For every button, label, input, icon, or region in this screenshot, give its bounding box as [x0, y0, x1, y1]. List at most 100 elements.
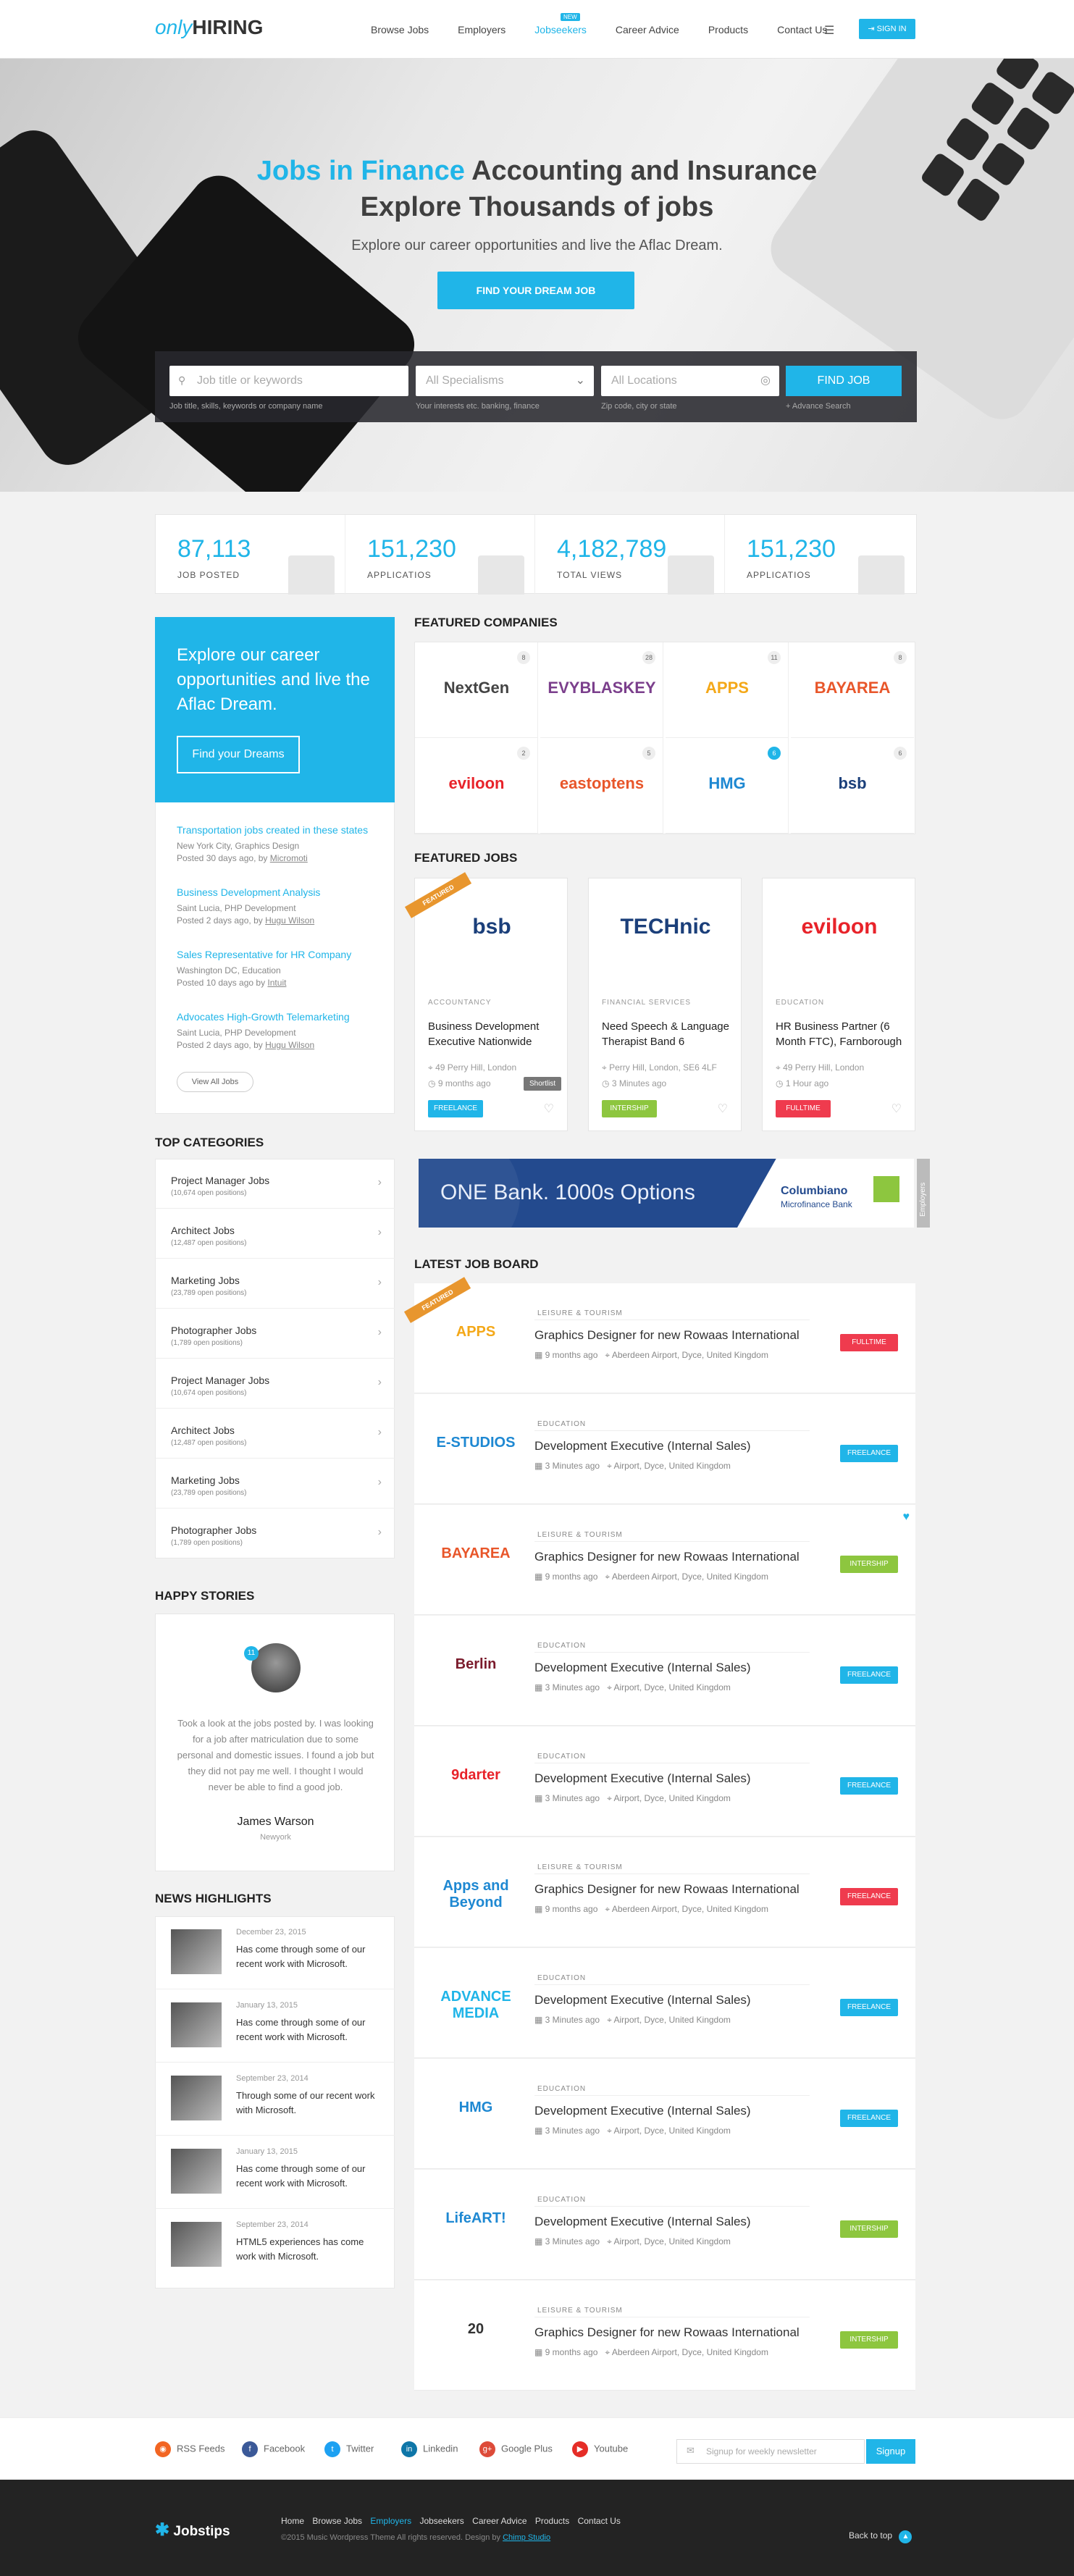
- recent-job-author[interactable]: Intuit: [267, 978, 286, 988]
- job-type-tag[interactable]: FREELANCE: [840, 2110, 898, 2127]
- job-board-row[interactable]: 20 LEISURE & TOURISM Graphics Designer for…: [414, 2281, 915, 2391]
- newsletter-input[interactable]: Signup for weekly newsletter: [676, 2439, 865, 2464]
- news-thumbnail[interactable]: [171, 2002, 222, 2047]
- social-link-youtube[interactable]: ▶ Youtube: [572, 2441, 628, 2457]
- recent-job-item[interactable]: Business Development Analysis Saint Lucia…: [177, 886, 320, 927]
- find-dreams-button[interactable]: Find your Dreams: [177, 736, 300, 773]
- nav-browse-jobs[interactable]: Browse Jobs: [371, 24, 429, 35]
- job-type-tag[interactable]: FREELANCE: [840, 1445, 898, 1462]
- job-board-title[interactable]: Graphics Designer for new Rowaas Interna…: [534, 1328, 800, 1343]
- footer-logo[interactable]: ✱ Jobstips: [155, 2520, 230, 2541]
- job-board-row[interactable]: HMG EDUCATION Development Executive (Inter…: [414, 2059, 915, 2169]
- job-board-title[interactable]: Development Executive (Internal Sales): [534, 1771, 751, 1786]
- designer-link[interactable]: Chimp Studio: [503, 2533, 550, 2542]
- featured-job-card[interactable]: TECHnic FINANCIAL SERVICES Need Speech & L…: [588, 878, 742, 1131]
- job-type-tag[interactable]: INTERSHIP: [840, 2331, 898, 2349]
- social-link-google-plus[interactable]: g+ Google Plus: [479, 2441, 553, 2457]
- job-type-tag[interactable]: FULLTIME: [840, 1334, 898, 1351]
- job-type-tag[interactable]: FREELANCE: [428, 1100, 483, 1117]
- category-item[interactable]: Architect Jobs (12,487 open positions) ›: [155, 1409, 395, 1459]
- news-item[interactable]: January 13, 2015 Has come through some of…: [155, 1989, 395, 2063]
- nav-employers[interactable]: Employers: [458, 24, 505, 35]
- find-dream-job-button[interactable]: FIND YOUR DREAM JOB: [437, 272, 634, 309]
- recent-job-item[interactable]: Sales Representative for HR Company Washi…: [177, 949, 351, 989]
- job-type-tag[interactable]: FREELANCE: [840, 1777, 898, 1795]
- employers-side-tab[interactable]: Employers: [917, 1159, 930, 1228]
- job-type-tag[interactable]: INTERSHIP: [840, 2220, 898, 2238]
- recent-job-author[interactable]: Hugu Wilson: [265, 915, 314, 926]
- category-item[interactable]: Marketing Jobs (23,789 open positions) ›: [155, 1459, 395, 1509]
- job-board-row[interactable]: Berlin EDUCATION Development Executive (In…: [414, 1616, 915, 1726]
- job-type-tag[interactable]: INTERSHIP: [602, 1100, 657, 1117]
- job-board-title[interactable]: Graphics Designer for new Rowaas Interna…: [534, 2325, 800, 2340]
- recent-job-title[interactable]: Transportation jobs created in these sta…: [177, 824, 368, 836]
- company-tile[interactable]: HMG 6: [666, 738, 789, 834]
- job-board-title[interactable]: Development Executive (Internal Sales): [534, 2215, 751, 2229]
- location-input[interactable]: All Locations ◎: [601, 366, 779, 396]
- category-item[interactable]: Architect Jobs (12,487 open positions) ›: [155, 1209, 395, 1259]
- news-item[interactable]: January 13, 2015 Has come through some of…: [155, 2136, 395, 2209]
- heart-icon[interactable]: ♡: [718, 1102, 728, 1116]
- job-type-tag[interactable]: FULLTIME: [776, 1100, 831, 1117]
- news-thumbnail[interactable]: [171, 1929, 222, 1974]
- nav-jobseekers[interactable]: Jobseekers: [534, 24, 587, 35]
- heart-icon[interactable]: ♡: [544, 1102, 554, 1116]
- category-item[interactable]: Photographer Jobs (1,789 open positions) ›: [155, 1309, 395, 1359]
- job-board-row[interactable]: Apps and Beyond LEISURE & TOURISM Graphics…: [414, 1837, 915, 1947]
- job-board-row[interactable]: LifeART! EDUCATION Development Executive (…: [414, 2170, 915, 2280]
- recent-job-item[interactable]: Transportation jobs created in these sta…: [177, 824, 368, 865]
- company-tile[interactable]: eastoptens 5: [540, 738, 663, 834]
- category-item[interactable]: Project Manager Jobs (10,674 open positio…: [155, 1359, 395, 1409]
- job-board-title[interactable]: Development Executive (Internal Sales): [534, 2104, 751, 2118]
- ad-banner[interactable]: ONE Bank. 1000s Options Columbiano Micro…: [419, 1159, 914, 1228]
- footer-link-career-advice[interactable]: Career Advice: [472, 2516, 526, 2526]
- job-board-title[interactable]: Graphics Designer for new Rowaas Interna…: [534, 1882, 800, 1897]
- news-title[interactable]: Has come through some of our recent work…: [236, 2015, 381, 2044]
- news-item[interactable]: September 23, 2014 Through some of our re…: [155, 2063, 395, 2136]
- news-thumbnail[interactable]: [171, 2076, 222, 2120]
- sign-in-button[interactable]: ⇥ SIGN IN: [859, 19, 915, 39]
- featured-job-title[interactable]: Business Development Executive Nationwid…: [428, 1019, 558, 1049]
- keyword-input[interactable]: Job title or keywords: [169, 366, 408, 396]
- job-board-title[interactable]: Development Executive (Internal Sales): [534, 1661, 751, 1675]
- company-tile[interactable]: NextGen 8: [415, 642, 538, 738]
- company-tile[interactable]: BAYAREA 8: [791, 642, 914, 738]
- job-board-row[interactable]: ADVANCE MEDIA EDUCATION Development Execut…: [414, 1948, 915, 2058]
- news-item[interactable]: September 23, 2014 HTML5 experiences has …: [155, 2209, 395, 2282]
- news-title[interactable]: Through some of our recent work with Mic…: [236, 2089, 381, 2118]
- job-type-tag[interactable]: FREELANCE: [840, 1888, 898, 1905]
- find-job-button[interactable]: FIND JOB: [786, 366, 902, 396]
- category-item[interactable]: Marketing Jobs (23,789 open positions) ›: [155, 1259, 395, 1309]
- back-to-top[interactable]: Back to top ▲: [849, 2530, 913, 2543]
- nav-contact[interactable]: Contact Us: [777, 24, 827, 35]
- footer-link-browse-jobs[interactable]: Browse Jobs: [312, 2516, 362, 2526]
- footer-link-jobseekers[interactable]: Jobseekers: [419, 2516, 463, 2526]
- featured-job-card[interactable]: eviloon EDUCATION HR Business Partner (6 M…: [762, 878, 915, 1131]
- job-board-row[interactable]: BAYAREA LEISURE & TOURISM Graphics Designe…: [414, 1505, 915, 1615]
- category-item[interactable]: Project Manager Jobs (10,674 open positio…: [155, 1159, 395, 1209]
- footer-link-home[interactable]: Home: [281, 2516, 304, 2526]
- view-all-jobs-button[interactable]: View All Jobs: [177, 1072, 253, 1092]
- category-item[interactable]: Photographer Jobs (1,789 open positions) ›: [155, 1509, 395, 1558]
- advanced-search-link[interactable]: + Advance Search: [786, 402, 851, 411]
- recent-job-title[interactable]: Business Development Analysis: [177, 886, 320, 898]
- news-title[interactable]: Has come through some of our recent work…: [236, 2162, 381, 2191]
- featured-job-title[interactable]: Need Speech & Language Therapist Band 6: [602, 1019, 732, 1049]
- news-title[interactable]: HTML5 experiences has come work with Mic…: [236, 2235, 381, 2264]
- footer-link-products[interactable]: Products: [535, 2516, 569, 2526]
- job-board-title[interactable]: Development Executive (Internal Sales): [534, 1439, 751, 1453]
- specialism-select[interactable]: All Specialisms ⌄: [416, 366, 594, 396]
- job-board-title[interactable]: Development Executive (Internal Sales): [534, 1993, 751, 2007]
- job-board-row[interactable]: 9darter EDUCATION Development Executive (I…: [414, 1727, 915, 1837]
- company-tile[interactable]: EVYBLASKEY 28: [540, 642, 663, 738]
- footer-link-contact[interactable]: Contact Us: [578, 2516, 621, 2526]
- job-board-row[interactable]: E-STUDIOS EDUCATION Development Executive …: [414, 1394, 915, 1504]
- recent-job-title[interactable]: Sales Representative for HR Company: [177, 949, 351, 960]
- job-board-row[interactable]: APPS LEISURE & TOURISM Graphics Designer f…: [403, 1277, 915, 1393]
- social-link-rss-feeds[interactable]: ◉ RSS Feeds: [155, 2441, 225, 2457]
- company-tile[interactable]: bsb 6: [791, 738, 914, 834]
- news-title[interactable]: Has come through some of our recent work…: [236, 1942, 381, 1971]
- menu-icon[interactable]: ☰: [824, 23, 834, 38]
- nav-career-advice[interactable]: Career Advice: [616, 24, 679, 35]
- social-link-linkedin[interactable]: in Linkedin: [401, 2441, 458, 2457]
